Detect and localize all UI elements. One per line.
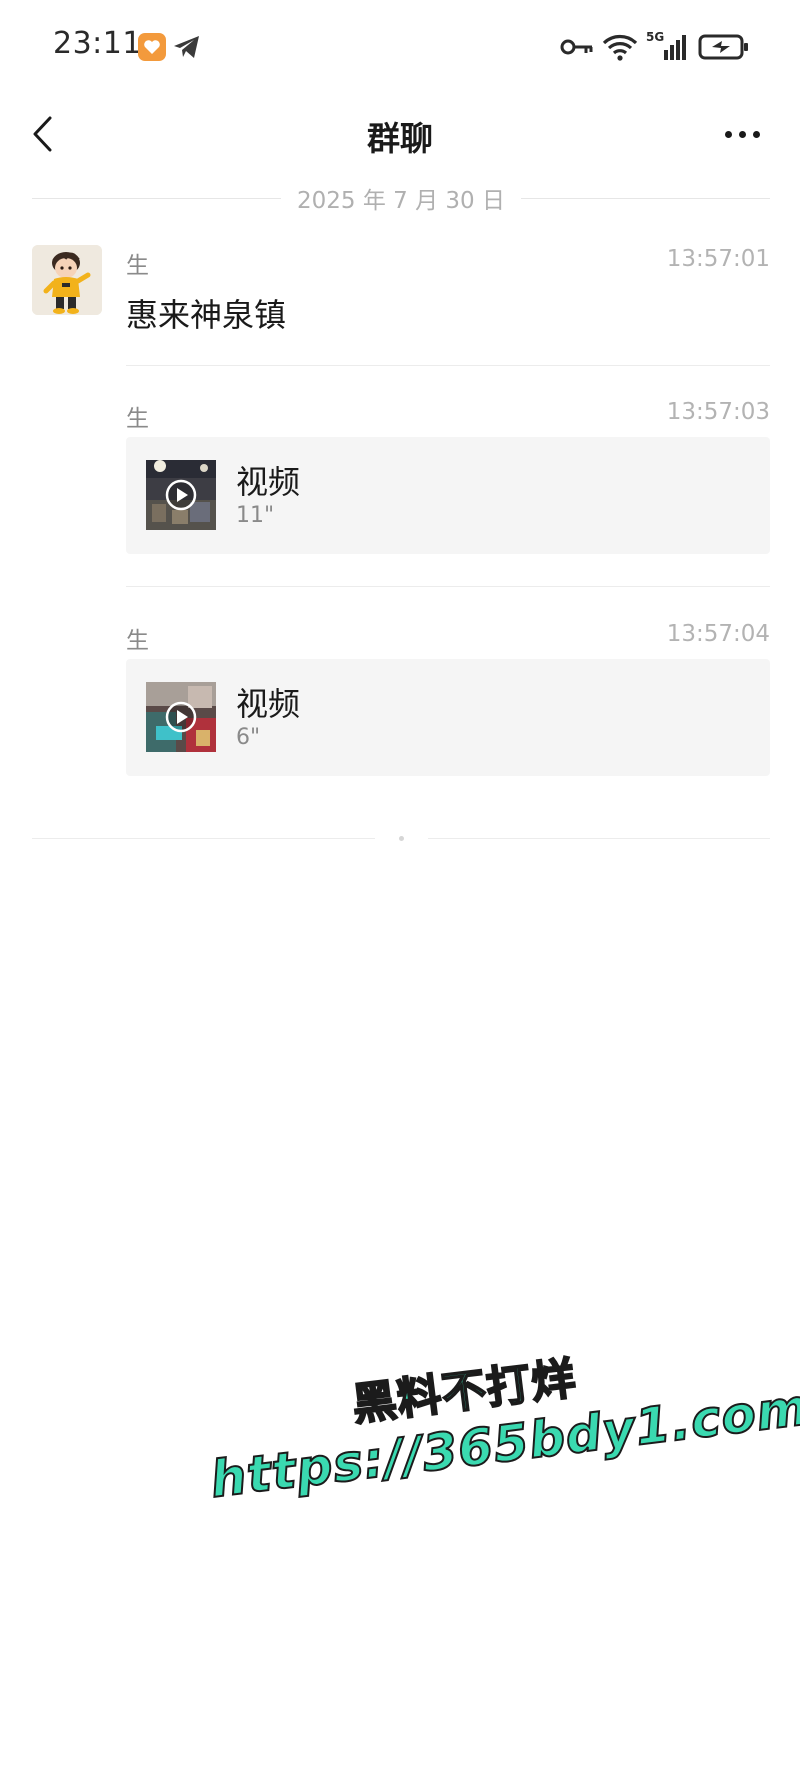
more-button[interactable] xyxy=(716,114,768,154)
date-divider: 2025 年 7 月 30 日 xyxy=(32,180,770,216)
video-thumbnail xyxy=(146,460,216,530)
message-sender: 生 xyxy=(126,406,149,432)
avatar[interactable] xyxy=(32,245,102,315)
message-separator xyxy=(126,365,770,366)
nav-bar: 群聊 xyxy=(0,92,800,176)
message-3: 生 13:57:04 视频 6" xyxy=(126,621,770,781)
message-1: 生 13:57:01 惠来神泉镇 xyxy=(126,246,770,334)
video-card[interactable]: 视频 11" xyxy=(126,437,770,554)
status-time: 23:11 xyxy=(53,26,142,61)
cartoon-character-avatar xyxy=(32,245,102,315)
5g-signal-icon: 5G xyxy=(646,30,690,62)
video-card[interactable]: 视频 6" xyxy=(126,659,770,776)
video-title: 视频 xyxy=(236,685,301,723)
video-duration: 11" xyxy=(236,503,275,528)
more-horizontal-icon xyxy=(724,130,732,138)
message-sender: 生 xyxy=(126,253,149,279)
status-bar: 23:11 5G xyxy=(0,0,800,92)
message-sender: 生 xyxy=(126,628,149,654)
orange-heart-app-icon xyxy=(138,33,166,61)
message-text[interactable]: 惠来神泉镇 xyxy=(126,290,286,336)
battery-charging-icon xyxy=(698,33,750,61)
page-title: 群聊 xyxy=(367,119,433,158)
video-duration: 6" xyxy=(236,725,261,750)
end-divider xyxy=(32,830,770,846)
telegram-icon xyxy=(172,33,202,61)
message-time: 13:57:04 xyxy=(666,621,770,647)
message-separator xyxy=(126,586,770,587)
date-text: 2025 年 7 月 30 日 xyxy=(297,188,505,214)
message-time: 13:57:03 xyxy=(666,399,770,425)
video-title: 视频 xyxy=(236,463,301,501)
message-2: 生 13:57:03 视频 11" xyxy=(126,399,770,559)
status-icons: 5G xyxy=(560,30,750,64)
message-time: 13:57:01 xyxy=(666,246,770,272)
wifi-icon xyxy=(602,33,638,61)
watermark: 黑料不打烊 https://365bdy1.com xyxy=(196,1297,800,1559)
video-thumbnail xyxy=(146,682,216,752)
vpn-key-icon xyxy=(560,37,594,57)
